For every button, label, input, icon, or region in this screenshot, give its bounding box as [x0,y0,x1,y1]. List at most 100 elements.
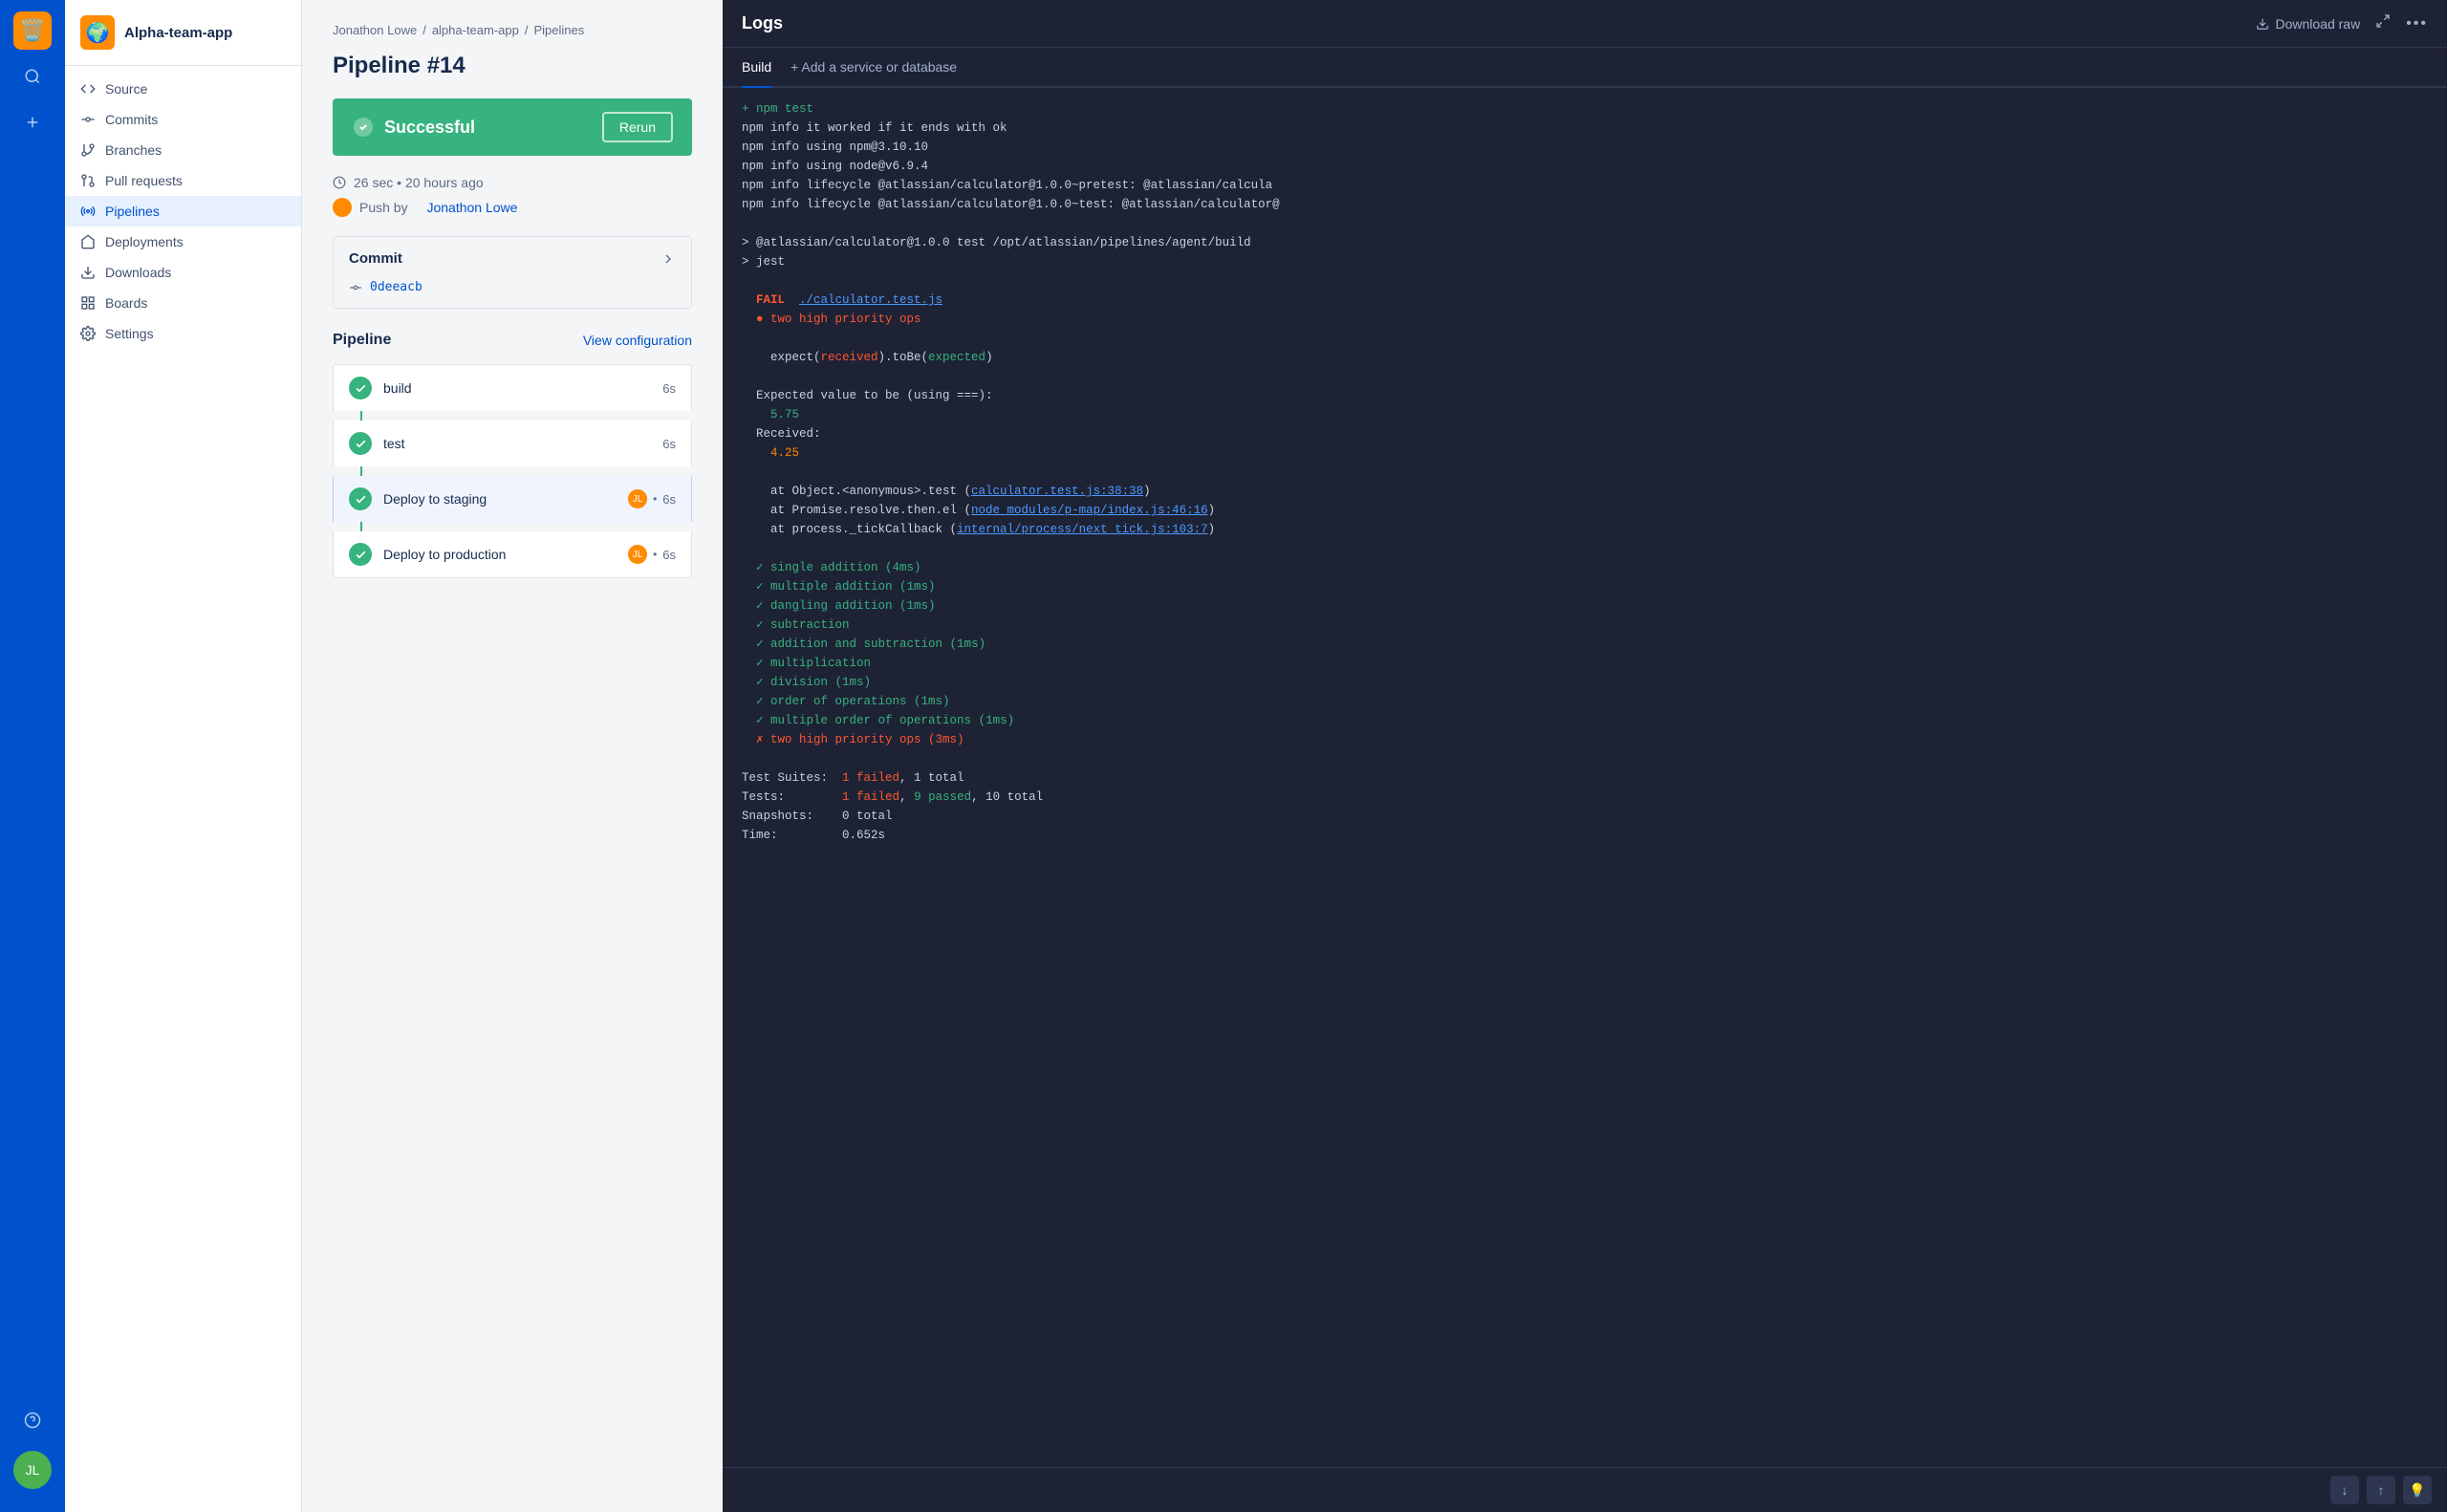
sidebar-label-downloads: Downloads [105,265,171,280]
log-trace-2: at Promise.resolve.then.el (node_modules… [742,501,2428,520]
trace-2-link[interactable]: node_modules/p-map/index.js:46:16 [971,504,1208,517]
status-text: Successful [384,118,475,138]
step-test-icon [349,432,372,455]
step-build[interactable]: build 6s [333,364,692,411]
tab-build[interactable]: Build [742,48,771,88]
branches-icon [80,142,96,158]
logs-title: Logs [742,13,783,33]
sidebar-item-branches[interactable]: Branches [65,135,301,165]
pusher-avatar [333,198,352,217]
step-deploy-production-meta: JL • 6s [628,545,676,564]
sidebar-label-branches: Branches [105,142,162,158]
check-icon-4 [355,549,367,561]
download-raw-button[interactable]: Download raw [2256,16,2360,32]
breadcrumb-repo[interactable]: alpha-team-app [432,23,519,37]
expand-logs-button[interactable] [2375,13,2391,33]
pipeline-section-title: Pipeline [333,332,391,349]
sidebar-label-boards: Boards [105,295,147,311]
sidebar-item-settings[interactable]: Settings [65,318,301,349]
log-line-2: npm info it worked if it ends with ok [742,119,2428,138]
breadcrumb: Jonathon Lowe / alpha-team-app / Pipelin… [333,23,692,37]
duration-text: 26 sec • 20 hours ago [354,175,484,190]
sidebar-label-pull-requests: Pull requests [105,173,183,188]
add-button[interactable] [13,103,52,141]
log-check-1: ✓ single addition (4ms) [742,558,2428,577]
sidebar-item-source[interactable]: Source [65,74,301,104]
sidebar-item-pull-requests[interactable]: Pull requests [65,165,301,196]
sidebar-item-deployments[interactable]: Deployments [65,227,301,257]
log-bullet-red: ● two high priority ops [742,310,2428,329]
add-service-button[interactable]: + Add a service or database [790,59,957,75]
check-icon-3 [355,493,367,506]
scroll-down-button[interactable]: ↓ [2330,1476,2359,1504]
sidebar-label-commits: Commits [105,112,158,127]
download-raw-label: Download raw [2275,16,2360,32]
boards-icon [80,295,96,311]
code-icon [80,81,96,97]
step-build-time: 6s [662,381,676,396]
more-options-button[interactable]: ••• [2406,15,2428,32]
main-content: Jonathon Lowe / alpha-team-app / Pipelin… [302,0,723,1512]
step-deploy-staging-avatar: JL [628,489,647,508]
sidebar-item-pipelines[interactable]: Pipelines [65,196,301,227]
sidebar-item-boards[interactable]: Boards [65,288,301,318]
breadcrumb-user[interactable]: Jonathon Lowe [333,23,417,37]
download-icon [2256,17,2269,31]
pipeline-steps-section: Pipeline View configuration build 6s tes… [333,332,692,578]
log-check-6: ✓ multiplication [742,654,2428,673]
log-line-3: npm info using npm@3.10.10 [742,138,2428,157]
settings-icon [80,326,96,341]
sidebar-app-icon: 🌍 [80,15,115,50]
log-expected-label: Expected value to be (using ===): [742,386,2428,405]
rerun-button[interactable]: Rerun [602,112,673,142]
log-blank-2 [742,271,2428,291]
log-test-suites: Test Suites: 1 failed, 1 total [742,768,2428,788]
logs-header-actions: Download raw ••• [2256,13,2428,33]
log-trace-3: at process._tickCallback (internal/proce… [742,520,2428,539]
step-test[interactable]: test 6s [333,421,692,466]
logs-header: Logs Download raw ••• [723,0,2447,48]
commit-header[interactable]: Commit [334,237,691,280]
check-icon [355,382,367,395]
meta-duration: 26 sec • 20 hours ago [333,175,692,190]
logs-footer: ↓ ↑ 💡 [723,1467,2447,1512]
breadcrumb-pipelines[interactable]: Pipelines [534,23,585,37]
sidebar-item-downloads[interactable]: Downloads [65,257,301,288]
trace-1-link[interactable]: calculator.test.js:38:38 [971,485,1143,498]
step-connector-1 [360,411,362,421]
sidebar: 🌍 Alpha-team-app Source Commits Branches [65,0,302,1512]
search-button[interactable] [13,57,52,96]
logs-body: + npm test npm info it worked if it ends… [723,88,2447,1467]
help-button[interactable] [13,1401,52,1439]
log-blank-5 [742,463,2428,482]
pipelines-icon [80,204,96,219]
page-title: Pipeline #14 [333,53,692,79]
log-check-7: ✓ division (1ms) [742,673,2428,692]
log-blank-1 [742,214,2428,233]
view-config-link[interactable]: View configuration [583,333,692,348]
log-fail-line: FAIL ./calculator.test.js [742,291,2428,310]
commit-body: 0deeacb [334,280,691,308]
user-avatar[interactable]: JL [13,1451,52,1489]
step-deploy-staging[interactable]: Deploy to staging JL • 6s [333,476,692,522]
commit-hash-link[interactable]: 0deeacb [370,280,422,294]
log-line-7: > @atlassian/calculator@1.0.0 test /opt/… [742,233,2428,252]
sidebar-label-pipelines: Pipelines [105,204,160,219]
success-check-icon [352,116,375,139]
fail-file-link[interactable]: ./calculator.test.js [799,293,942,307]
sidebar-label-settings: Settings [105,326,154,341]
log-line-4: npm info using node@v6.9.4 [742,157,2428,176]
pusher-link[interactable]: Jonathon Lowe [426,200,517,215]
toggle-theme-button[interactable]: 💡 [2403,1476,2432,1504]
log-blank-7 [742,749,2428,768]
icon-bar: 🗑️ JL [0,0,65,1512]
sidebar-item-commits[interactable]: Commits [65,104,301,135]
scroll-up-button[interactable]: ↑ [2367,1476,2395,1504]
step-deploy-production[interactable]: Deploy to production JL • 6s [333,531,692,578]
app-icon[interactable]: 🗑️ [13,11,52,50]
breadcrumb-sep-1: / [422,23,426,37]
deployments-icon [80,234,96,249]
log-snapshots: Snapshots: 0 total [742,807,2428,826]
trace-3-link[interactable]: internal/process/next_tick.js:103:7 [957,523,1208,536]
log-check-8: ✓ order of operations (1ms) [742,692,2428,711]
